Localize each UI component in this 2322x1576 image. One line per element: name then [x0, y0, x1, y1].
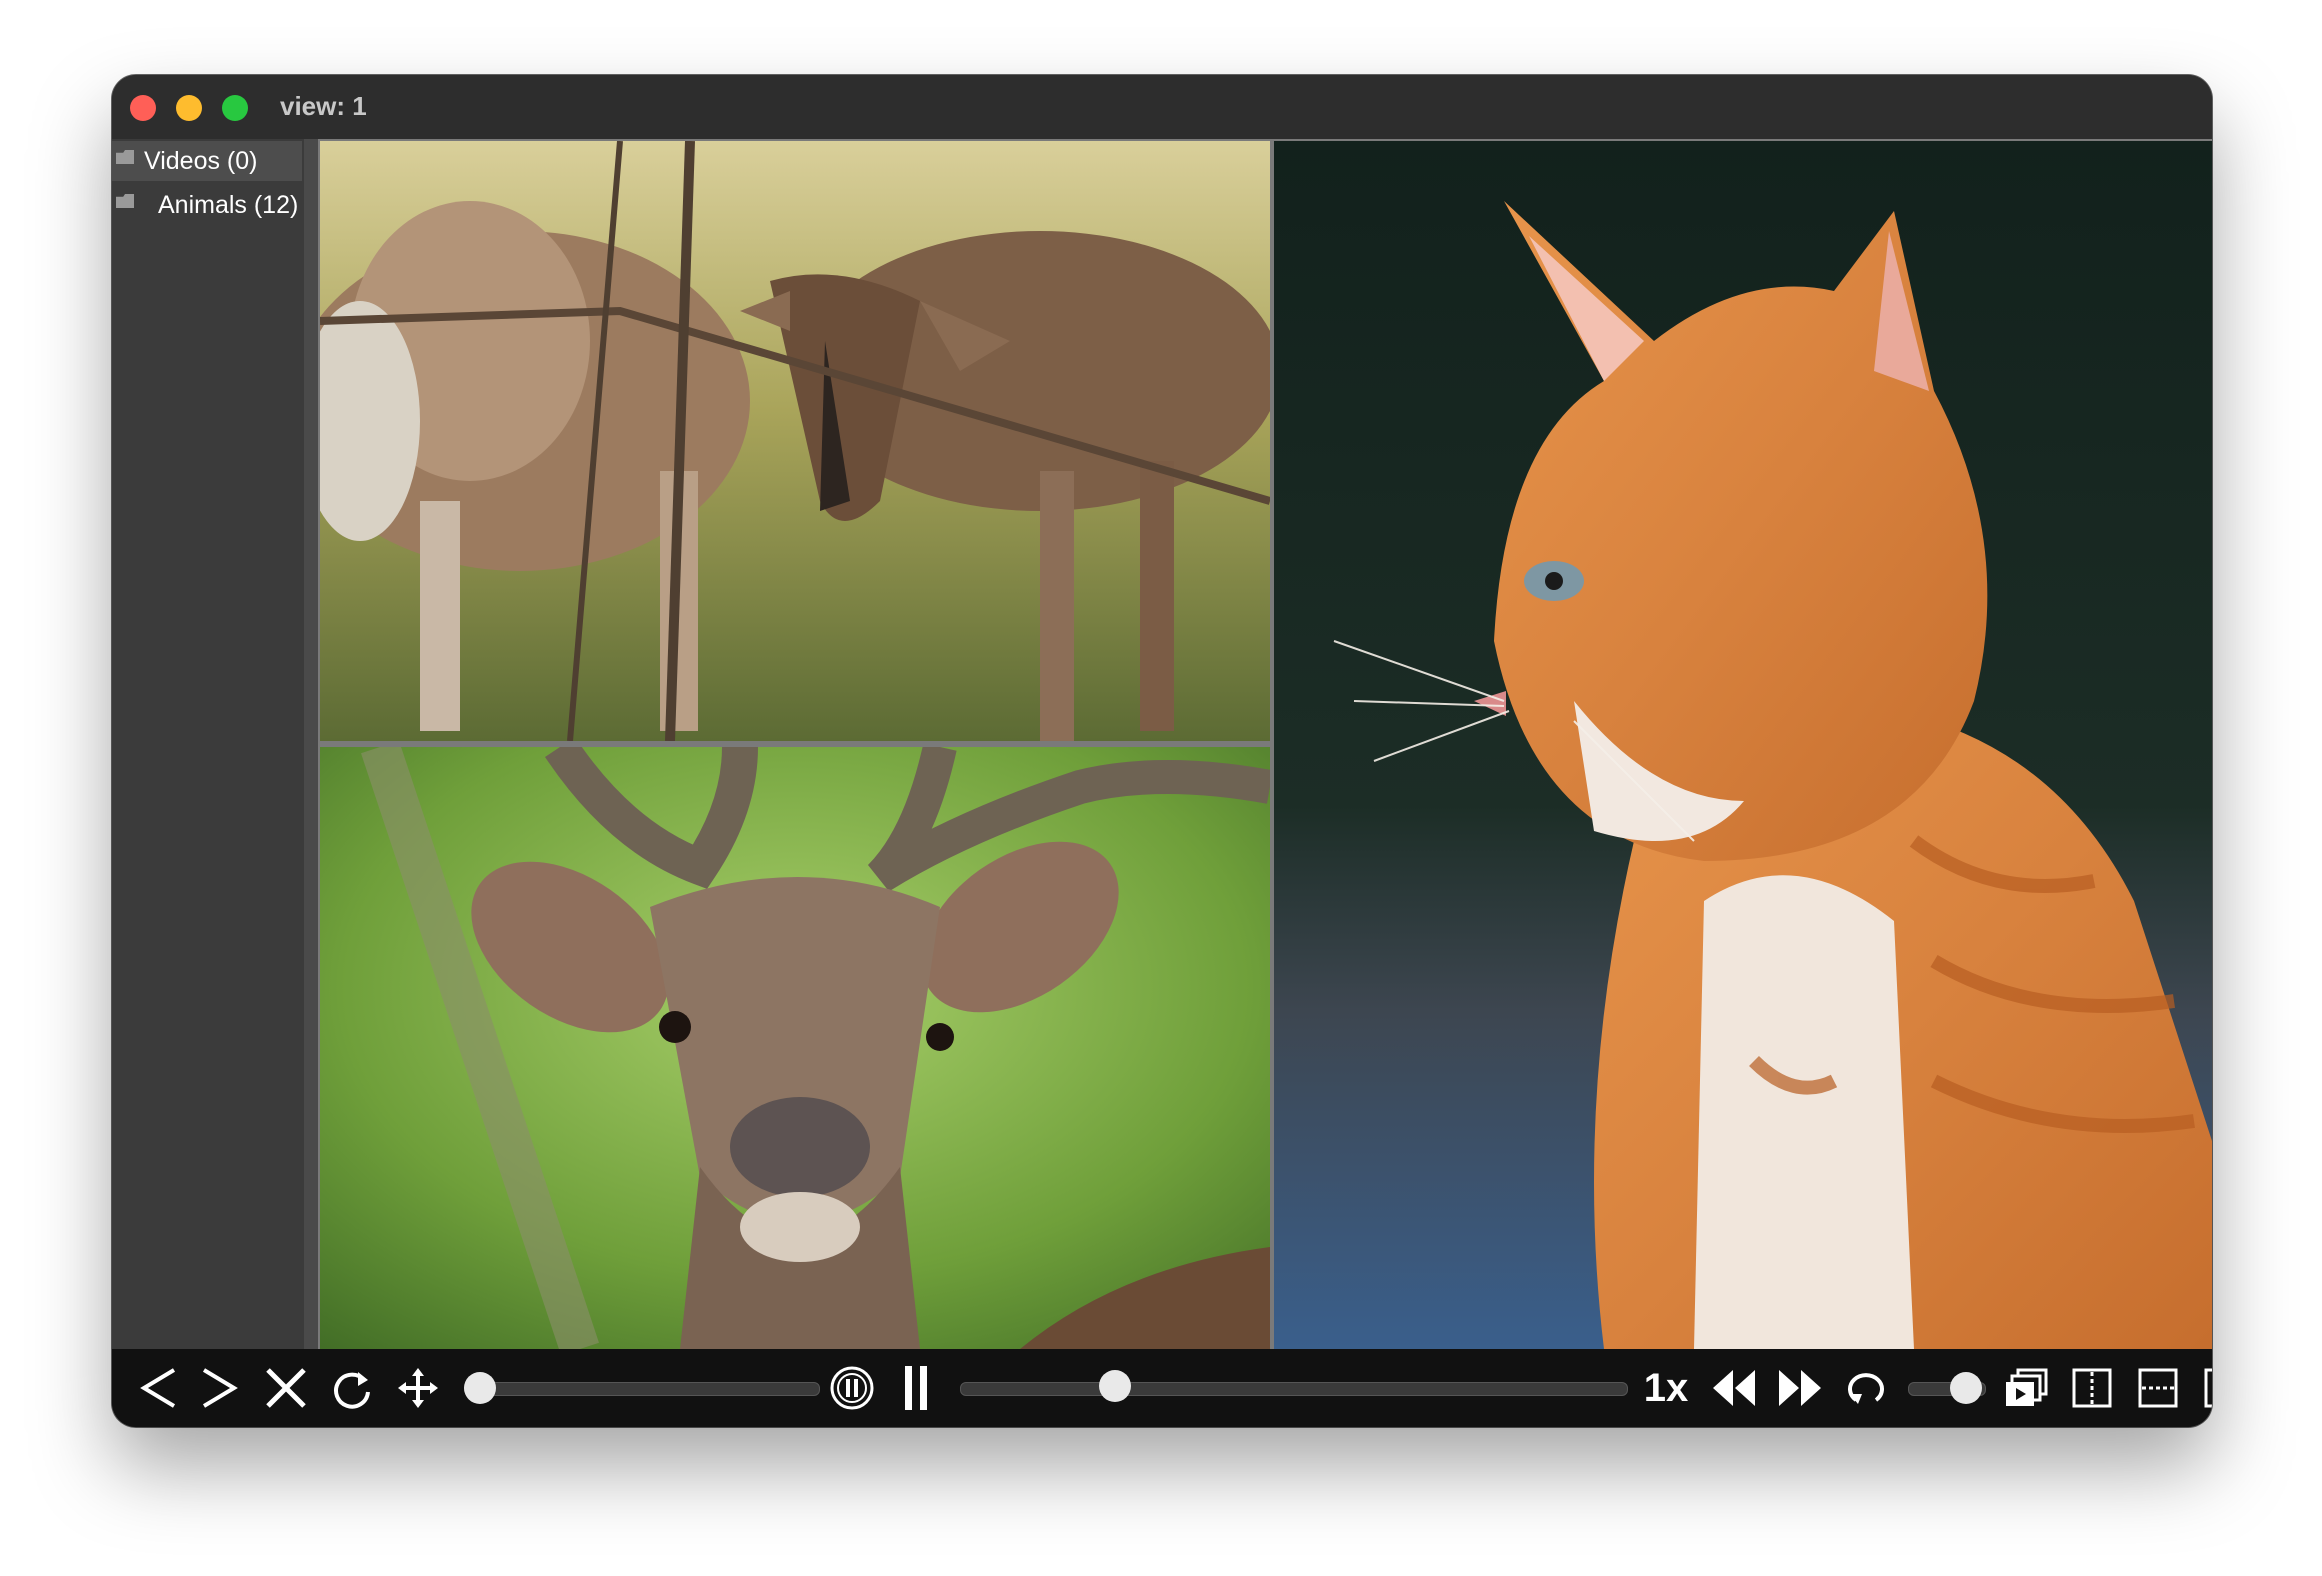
pause-button[interactable]	[892, 1360, 940, 1416]
loop-button[interactable]	[1838, 1360, 1894, 1416]
media-grid	[318, 139, 2212, 1349]
loop-icon	[1848, 1373, 1884, 1404]
media-pane-deer[interactable]	[320, 747, 1270, 1349]
deer-image	[320, 747, 1270, 1349]
window-stack-button[interactable]	[1998, 1360, 2054, 1416]
fast-forward-button[interactable]	[1772, 1360, 1828, 1416]
left-progress-slider[interactable]	[464, 1382, 820, 1396]
previous-button[interactable]	[132, 1360, 184, 1416]
rewind-icon	[1713, 1370, 1755, 1406]
volume-knob[interactable]	[1949, 1372, 1982, 1404]
fast-forward-icon	[1779, 1370, 1821, 1406]
minimize-window-button[interactable]	[176, 95, 202, 121]
move-icon	[398, 1368, 438, 1408]
split-vertical-button[interactable]	[2064, 1360, 2120, 1416]
speed-button[interactable]: 1x	[1638, 1360, 1694, 1416]
goats-image	[320, 141, 1270, 741]
main-progress-knob[interactable]	[1099, 1370, 1132, 1402]
pause-circle-icon	[830, 1366, 874, 1410]
zoom-window-button[interactable]	[222, 95, 248, 121]
app-window: view: 1 Videos (0) Animals (12) 1x	[112, 75, 2212, 1427]
close-icon	[266, 1368, 306, 1408]
sidebar-item-label: Videos (0)	[144, 147, 258, 175]
next-icon	[202, 1368, 238, 1408]
sidebar: Videos (0) Animals (12)	[112, 139, 304, 1349]
main-progress-slider[interactable]	[960, 1382, 1628, 1396]
sidebar-item-label: Animals (12)	[158, 191, 299, 219]
split-horizontal-button[interactable]	[2130, 1360, 2186, 1416]
folder-icon	[116, 150, 134, 164]
media-pane-kitten[interactable]	[1274, 141, 2212, 1349]
pause-circle-button[interactable]	[824, 1360, 880, 1416]
window-stack-icon	[2006, 1368, 2048, 1406]
rewind-button[interactable]	[1706, 1360, 1762, 1416]
close-media-button[interactable]	[260, 1360, 312, 1416]
close-pane-icon	[2204, 1368, 2212, 1408]
left-progress-knob[interactable]	[464, 1372, 496, 1404]
title-bar: view: 1	[112, 75, 2212, 140]
media-pane-goats[interactable]	[320, 141, 1270, 741]
previous-icon	[140, 1368, 176, 1408]
move-button[interactable]	[392, 1360, 444, 1416]
folder-icon	[116, 194, 134, 208]
rotate-button[interactable]	[326, 1360, 378, 1416]
split-horizontal-icon	[2138, 1368, 2178, 1408]
pause-icon	[905, 1366, 927, 1410]
close-window-button[interactable]	[130, 95, 156, 121]
sidebar-item-videos[interactable]: Videos (0)	[112, 141, 302, 181]
window-title: view: 1	[280, 91, 367, 121]
next-button[interactable]	[194, 1360, 246, 1416]
close-pane-button[interactable]	[2196, 1360, 2212, 1416]
rotate-icon	[334, 1372, 370, 1409]
sidebar-scrollbar[interactable]	[304, 139, 318, 1349]
toolbar: 1x	[112, 1349, 2212, 1427]
split-vertical-icon	[2072, 1368, 2112, 1408]
kitten-image	[1274, 141, 2212, 1349]
